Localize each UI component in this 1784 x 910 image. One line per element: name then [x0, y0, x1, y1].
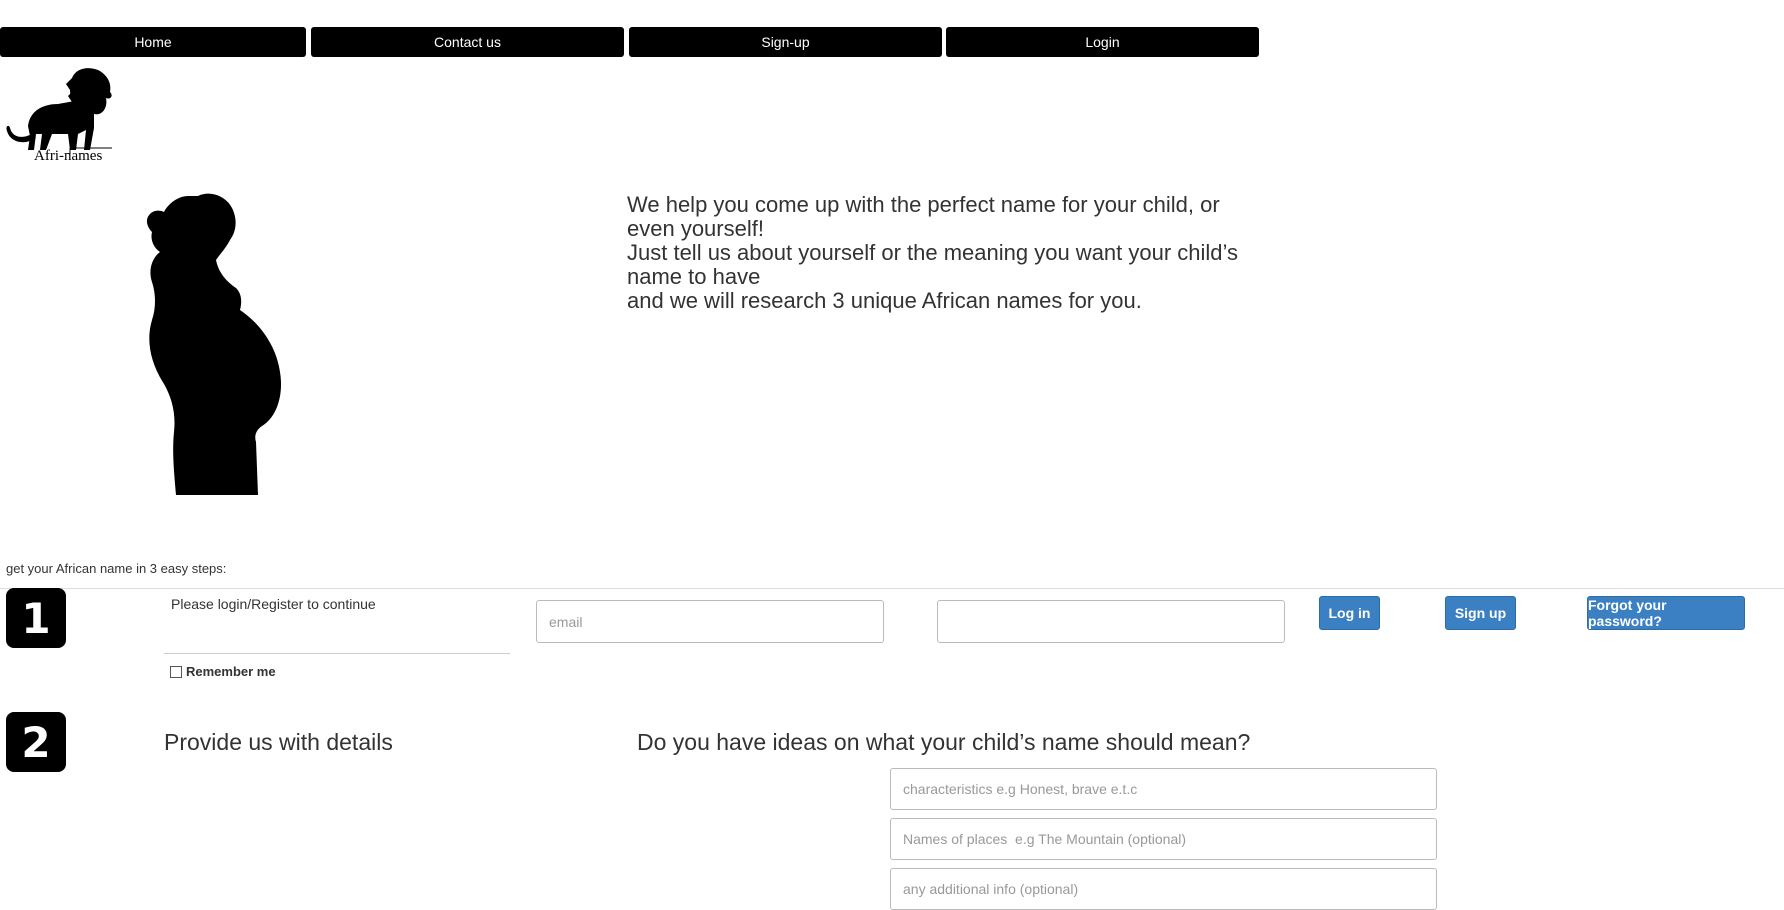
additional-info-input[interactable]	[890, 868, 1437, 910]
remember-me[interactable]: Remember me	[170, 664, 276, 679]
hero-description: We help you come up with the perfect nam…	[627, 193, 1247, 313]
characteristics-input[interactable]	[890, 768, 1437, 810]
logo[interactable]: Afri-names	[2, 64, 118, 168]
divider	[0, 588, 1784, 589]
login-button[interactable]: Log in	[1319, 596, 1380, 630]
hero-line: Just tell us about yourself or the meani…	[627, 240, 1239, 265]
email-input[interactable]	[536, 600, 884, 643]
hero-line: and we will research 3 unique African na…	[627, 288, 1142, 313]
step-2-title: Provide us with details	[164, 729, 393, 755]
nav-login[interactable]: Login	[946, 27, 1259, 57]
login-prompt: Please login/Register to continue	[171, 596, 376, 612]
steps-intro: get your African name in 3 easy steps:	[6, 561, 227, 576]
logo-text: Afri-names	[34, 148, 103, 164]
hero-line: name to have	[627, 264, 761, 289]
login-prompt-underline	[164, 653, 510, 654]
lion-icon	[6, 68, 112, 154]
meaning-question: Do you have ideas on what your child’s n…	[637, 729, 1251, 755]
forgot-password-button[interactable]: Forgot your password?	[1587, 596, 1745, 630]
nav-home[interactable]: Home	[0, 27, 306, 57]
step-2-badge: 2	[6, 712, 66, 772]
remember-me-checkbox[interactable]	[170, 665, 182, 678]
signup-button[interactable]: Sign up	[1445, 596, 1516, 630]
hero-line: even yourself!	[627, 216, 764, 241]
nav-contact-us[interactable]: Contact us	[311, 27, 624, 57]
pregnant-woman-silhouette	[146, 193, 282, 495]
step-1-badge: 1	[6, 588, 66, 648]
remember-me-label: Remember me	[186, 664, 276, 679]
password-input[interactable]	[937, 600, 1285, 643]
places-input[interactable]	[890, 818, 1437, 860]
hero-line: We help you come up with the perfect nam…	[627, 192, 1220, 217]
nav-sign-up[interactable]: Sign-up	[629, 27, 942, 57]
